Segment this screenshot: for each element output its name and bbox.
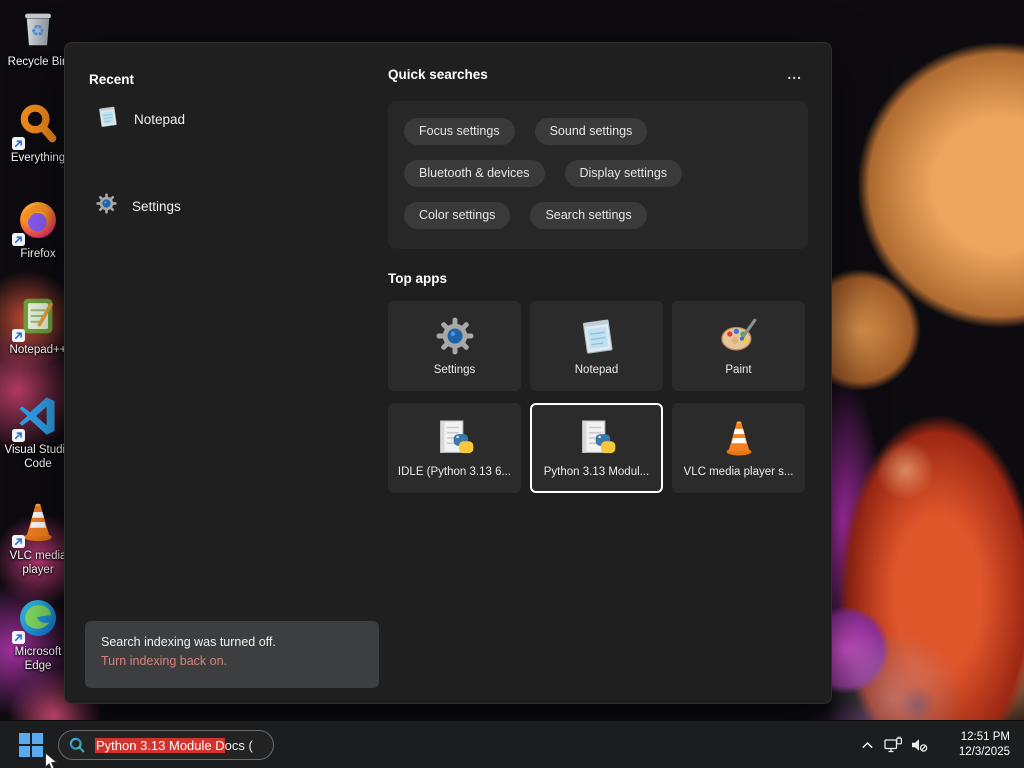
- shortcut-arrow-icon: [12, 233, 25, 246]
- search-flyout-panel: Recent Notepad Settings Quick searches .…: [64, 42, 832, 704]
- shortcut-arrow-icon: [12, 329, 25, 342]
- recycle-bin-icon: ♻: [14, 4, 62, 52]
- recent-item-label: Notepad: [134, 111, 186, 127]
- screen: ♻ Recycle Bin Everything Firefox Notepad…: [0, 0, 1024, 768]
- recent-item-label: Settings: [132, 198, 181, 214]
- notepad-icon: [95, 104, 120, 134]
- shortcut-arrow-icon: [12, 429, 25, 442]
- taskbar-clock[interactable]: 12:51 PM 12/3/2025: [936, 730, 1020, 760]
- volume-muted-icon: [912, 739, 928, 752]
- top-app-label: Python 3.13 Modul...: [543, 466, 650, 478]
- quick-searches-box: Focus settings Sound settings Bluetooth …: [388, 101, 808, 249]
- turn-indexing-on-link[interactable]: Turn indexing back on.: [101, 651, 363, 671]
- ethernet-network-icon: [884, 736, 903, 753]
- volume-tray-button[interactable]: [906, 730, 932, 760]
- shortcut-arrow-icon: [12, 535, 25, 548]
- taskbar: Python 3.13 Module Docs (12:51 PM 12/3/…: [0, 720, 1024, 768]
- hidden-icons-chevron[interactable]: [854, 730, 880, 760]
- indexing-notice: Search indexing was turned off. Turn ind…: [85, 621, 379, 688]
- taskbar-search-box[interactable]: Python 3.13 Module Docs (: [58, 730, 274, 760]
- edge-icon: [12, 594, 62, 644]
- chevron-up-icon: [862, 741, 872, 748]
- start-button[interactable]: [17, 731, 45, 759]
- recent-item-settings[interactable]: Settings: [95, 192, 181, 220]
- top-app-tile-notepad[interactable]: Notepad: [530, 301, 663, 391]
- indexing-notice-message: Search indexing was turned off.: [101, 635, 276, 649]
- shortcut-arrow-icon: [12, 137, 25, 150]
- recent-item-notepad[interactable]: Notepad: [95, 105, 185, 133]
- everything-magnifier-icon: [12, 100, 62, 150]
- quick-search-pill-search-settings[interactable]: Search settings: [530, 202, 647, 229]
- quick-search-pill-sound-settings[interactable]: Sound settings: [534, 118, 648, 145]
- top-app-label: Settings: [433, 364, 476, 376]
- top-app-label: Notepad: [574, 364, 619, 376]
- svg-text:♻: ♻: [31, 21, 45, 40]
- top-app-tile-vlc[interactable]: VLC media player s...: [672, 403, 805, 493]
- top-app-tile-paint[interactable]: Paint: [672, 301, 805, 391]
- system-tray: 12:51 PM 12/3/2025: [854, 721, 1020, 768]
- top-app-label: IDLE (Python 3.13 6...: [397, 466, 512, 478]
- quick-search-pill-color-settings[interactable]: Color settings: [404, 202, 511, 229]
- search-input-text: Python 3.13 Module Docs (: [95, 737, 253, 753]
- vlc-cone-icon: [12, 498, 62, 548]
- network-tray-button[interactable]: [880, 730, 906, 760]
- recent-section-header: Recent: [89, 72, 135, 87]
- firefox-icon: [12, 196, 62, 246]
- gear-icon: [95, 192, 118, 220]
- python-document-icon: [576, 415, 618, 461]
- clock-date: 12/3/2025: [958, 746, 1010, 758]
- notepad-icon: [576, 313, 618, 359]
- vscode-icon: [12, 392, 62, 442]
- top-app-tile-python-module-docs[interactable]: Python 3.13 Modul...: [530, 403, 663, 493]
- more-options-icon[interactable]: ...: [781, 65, 808, 83]
- top-apps-grid: Settings Notepad Paint IDLE (Python 3.13…: [388, 301, 805, 493]
- quick-search-pill-bluetooth-devices[interactable]: Bluetooth & devices: [404, 160, 545, 187]
- selected-text: Python 3.13 Module D: [95, 737, 225, 753]
- notepad-plus-plus-icon: [12, 292, 62, 342]
- python-document-icon: [434, 415, 476, 461]
- search-icon: [69, 737, 85, 753]
- mouse-cursor: [45, 752, 58, 768]
- top-app-tile-idle-python[interactable]: IDLE (Python 3.13 6...: [388, 403, 521, 493]
- top-app-tile-settings[interactable]: Settings: [388, 301, 521, 391]
- quick-search-pill-display-settings[interactable]: Display settings: [564, 160, 683, 187]
- top-app-label: Paint: [725, 364, 752, 376]
- quick-searches-header: Quick searches: [388, 66, 488, 82]
- windows-logo-icon: [19, 733, 43, 757]
- vlc-cone-icon: [718, 415, 760, 461]
- quick-search-pill-focus-settings[interactable]: Focus settings: [404, 118, 515, 145]
- top-app-label: VLC media player s...: [683, 466, 794, 478]
- clock-time: 12:51 PM: [960, 731, 1010, 743]
- shortcut-arrow-icon: [12, 631, 25, 644]
- unselected-text: ocs (: [224, 737, 253, 753]
- gear-icon: [434, 313, 476, 359]
- paint-palette-icon: [718, 313, 760, 359]
- top-apps-header: Top apps: [388, 271, 447, 286]
